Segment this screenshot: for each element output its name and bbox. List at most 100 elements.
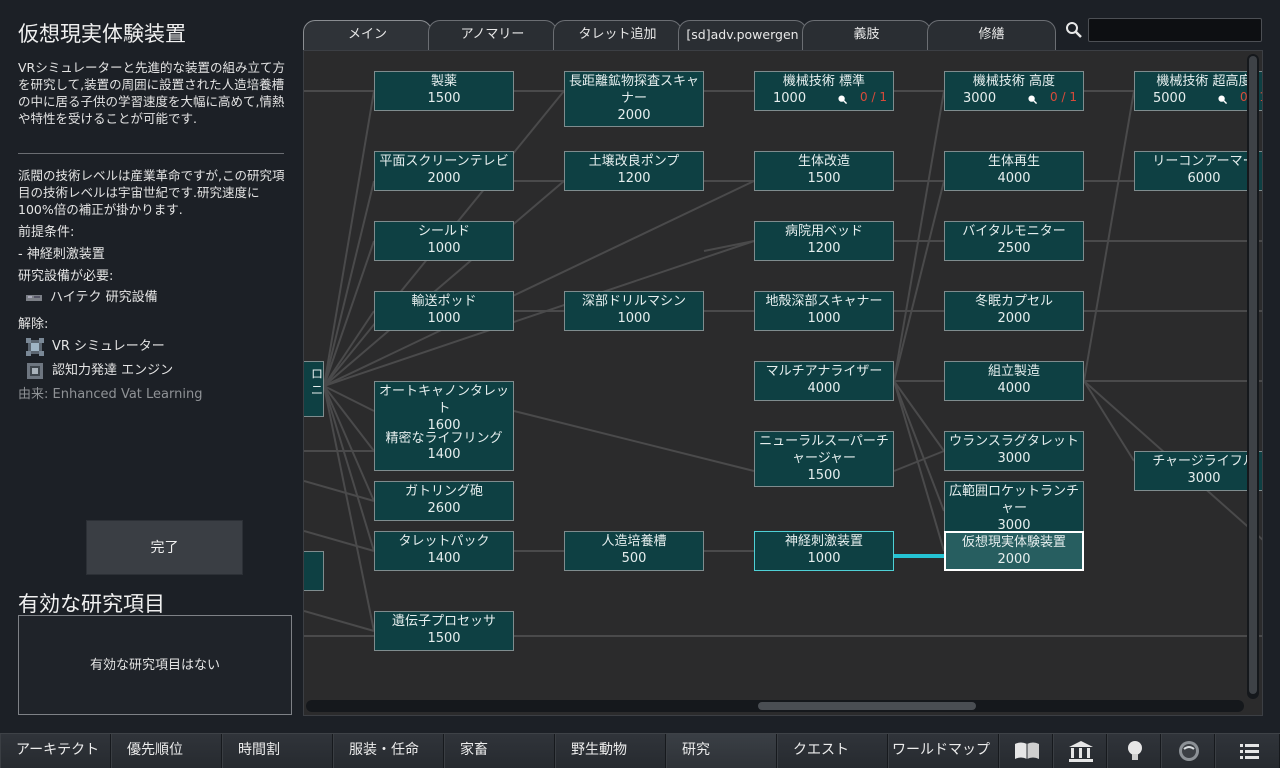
research-node[interactable]: リーコンアーマー 6000 [1134, 151, 1262, 191]
factions-icon [1069, 741, 1093, 762]
bottom-button-menu[interactable] [1215, 734, 1280, 768]
node-cost: 1200 [617, 171, 651, 186]
node-name: 機械技術 高度 [972, 74, 1056, 89]
bottom-tab-schedule[interactable]: 時間割 [222, 734, 333, 768]
research-tree[interactable]: ロニ 製薬 1500 平面スクリーンテレビ 2000 シールド 1000 輸送ポッド 1… [303, 50, 1263, 716]
research-node-prerequisite[interactable]: 神経刺激装置 1000 [754, 531, 894, 571]
node-cost: 1500 [807, 468, 841, 483]
unlock-item-label: 認知力発達 エンジン [52, 363, 174, 378]
research-node[interactable]: ガトリング砲 2600 [374, 481, 514, 521]
bottom-tab-work[interactable]: 優先順位 [111, 734, 222, 768]
node-name: 長距離鉱物探査スキャナー [568, 74, 699, 106]
tab-prosthetics[interactable]: 義肢 [802, 20, 931, 51]
research-node-selected[interactable]: 仮想現実体験装置 2000 [944, 531, 1084, 571]
node-name: 組立製造 [987, 364, 1040, 379]
bottom-tab-animals[interactable]: 家畜 [444, 734, 555, 768]
research-node[interactable]: タレットパック 1400 [374, 531, 514, 571]
node-name: ウランスラグタレット [949, 434, 1079, 449]
node-name: ニューラルスーパーチャージャー [759, 434, 889, 466]
bottom-button-colonists[interactable] [1161, 734, 1215, 768]
node-cost: 1000 [807, 311, 841, 326]
node-name: 広範囲ロケットランチャー [948, 484, 1079, 516]
node-cost: 1500 [807, 171, 841, 186]
node-name: 製薬 [430, 74, 457, 89]
horizontal-scrollbar[interactable] [306, 700, 1244, 712]
research-node[interactable]: 長距離鉱物探査スキャナー 2000 [564, 71, 704, 127]
node-name: シールド [417, 224, 470, 239]
research-node[interactable]: バイタルモニター 2500 [944, 221, 1084, 261]
bottom-tab-wildlife[interactable]: 野生動物 [555, 734, 666, 768]
bottom-button-history[interactable] [999, 734, 1053, 768]
node-cost: 2000 [997, 311, 1031, 326]
tab-turret-addon[interactable]: タレット追加 [553, 20, 682, 51]
research-node[interactable]: シールド 1000 [374, 221, 514, 261]
node-requirement: 0 / 1 [1050, 90, 1077, 104]
tech-level-note: 派閥の技術レベルは産業革命ですが,この研究項目の技術レベルは宇宙世紀です.研究速… [18, 168, 285, 217]
research-node[interactable]: オートキャノンタレット 1600 [374, 381, 514, 437]
bench-item[interactable]: ハイテク 研究設備 [26, 286, 158, 305]
research-node[interactable]: 冬眠カプセル 2000 [944, 291, 1084, 331]
vertical-scrollbar[interactable] [1247, 54, 1259, 699]
research-node[interactable]: 組立製造 4000 [944, 361, 1084, 401]
research-node[interactable]: 人造培養槽 500 [564, 531, 704, 571]
node-requirement: 0 / 1 [860, 90, 887, 104]
cognition-engine-icon [27, 362, 43, 379]
node-cost: 4000 [997, 171, 1031, 186]
research-node[interactable]: 機械技術 高度 3000 0 / 1 [944, 71, 1084, 111]
research-node[interactable]: 生体再生 4000 [944, 151, 1084, 191]
node-name: 精密なライフリング [385, 431, 503, 446]
bottom-tab-research[interactable]: 研究 [666, 734, 777, 768]
bottom-tab-quests[interactable]: クエスト [777, 734, 888, 768]
done-button[interactable]: 完了 [86, 520, 243, 575]
vertical-scroll-thumb[interactable] [1249, 56, 1257, 694]
bottom-tab-assign[interactable]: 服装・任命 [333, 734, 444, 768]
node-name: オートキャノンタレット [378, 384, 509, 416]
node-name: 深部ドリルマシン [581, 294, 686, 309]
bottom-button-ideology[interactable] [1107, 734, 1161, 768]
research-node[interactable]: ウランスラグタレット 3000 [944, 431, 1084, 471]
node-name: ロニ [310, 367, 323, 397]
unlock-item-cognition-engine[interactable]: 認知力発達 エンジン [26, 359, 173, 380]
horizontal-scroll-thumb[interactable] [758, 702, 976, 710]
node-cost: 1000 [807, 551, 841, 566]
tab-repair[interactable]: 修繕 [927, 20, 1056, 51]
node-offscreen-left-2[interactable] [304, 551, 324, 591]
bottom-tab-world[interactable]: ワールドマップ [888, 734, 999, 768]
research-node[interactable]: 精密なライフリング 1400 [374, 431, 514, 471]
research-node[interactable]: 生体改造 1500 [754, 151, 894, 191]
research-node[interactable]: 輸送ポッド 1000 [374, 291, 514, 331]
research-node[interactable]: 土壌改良ポンプ 1200 [564, 151, 704, 191]
research-node[interactable]: マルチアナライザー 4000 [754, 361, 894, 401]
research-bench-icon [26, 294, 42, 301]
node-cost: 1000 [617, 311, 651, 326]
node-name: マルチアナライザー [765, 364, 883, 379]
unlock-item-vr-simulator[interactable]: VR シミュレーター [26, 335, 165, 356]
research-node[interactable]: ニューラルスーパーチャージャー 1500 [754, 431, 894, 487]
project-title: 仮想現実体験装置 [18, 22, 186, 46]
menu-icon [1240, 744, 1259, 759]
research-node[interactable]: 病院用ベッド 1200 [754, 221, 894, 261]
bottom-button-factions[interactable] [1053, 734, 1107, 768]
tab-adv-powergen[interactable]: [sd]adv.powergen [678, 20, 807, 51]
tab-anomaly[interactable]: アノマリー [428, 20, 557, 51]
research-node[interactable]: 製薬 1500 [374, 71, 514, 111]
research-node[interactable]: 地殻深部スキャナー 1000 [754, 291, 894, 331]
search-input[interactable] [1088, 18, 1262, 42]
research-node[interactable]: 機械技術 標準 1000 0 / 1 [754, 71, 894, 111]
book-icon [1015, 742, 1039, 759]
research-node[interactable]: 平面スクリーンテレビ 2000 [374, 151, 514, 191]
node-offscreen-left-1[interactable]: ロニ [304, 361, 324, 417]
bottom-tab-architect[interactable]: アーキテクト [0, 734, 111, 768]
research-node[interactable]: 遺伝子プロセッサ 1500 [374, 611, 514, 651]
research-node[interactable]: 深部ドリルマシン 1000 [564, 291, 704, 331]
lock-icon [838, 95, 847, 104]
research-screen: 仮想現実体験装置 VRシミュレーターと先進的な装置の組み立て方を研究して,装置の… [0, 0, 1280, 768]
bench-required-label: 研究設備が必要: [18, 269, 114, 284]
active-projects-empty: 有効な研究項目はない [18, 615, 292, 715]
research-node[interactable]: 機械技術 超高度50000 / 1 [1134, 71, 1262, 111]
node-cost: 1500 [427, 91, 461, 106]
node-cost: 4000 [997, 381, 1031, 396]
tab-main[interactable]: メイン [303, 20, 432, 51]
research-node[interactable]: チャージライフル 3000 [1134, 451, 1262, 491]
research-node[interactable]: 広範囲ロケットランチャー 3000 [944, 481, 1084, 537]
